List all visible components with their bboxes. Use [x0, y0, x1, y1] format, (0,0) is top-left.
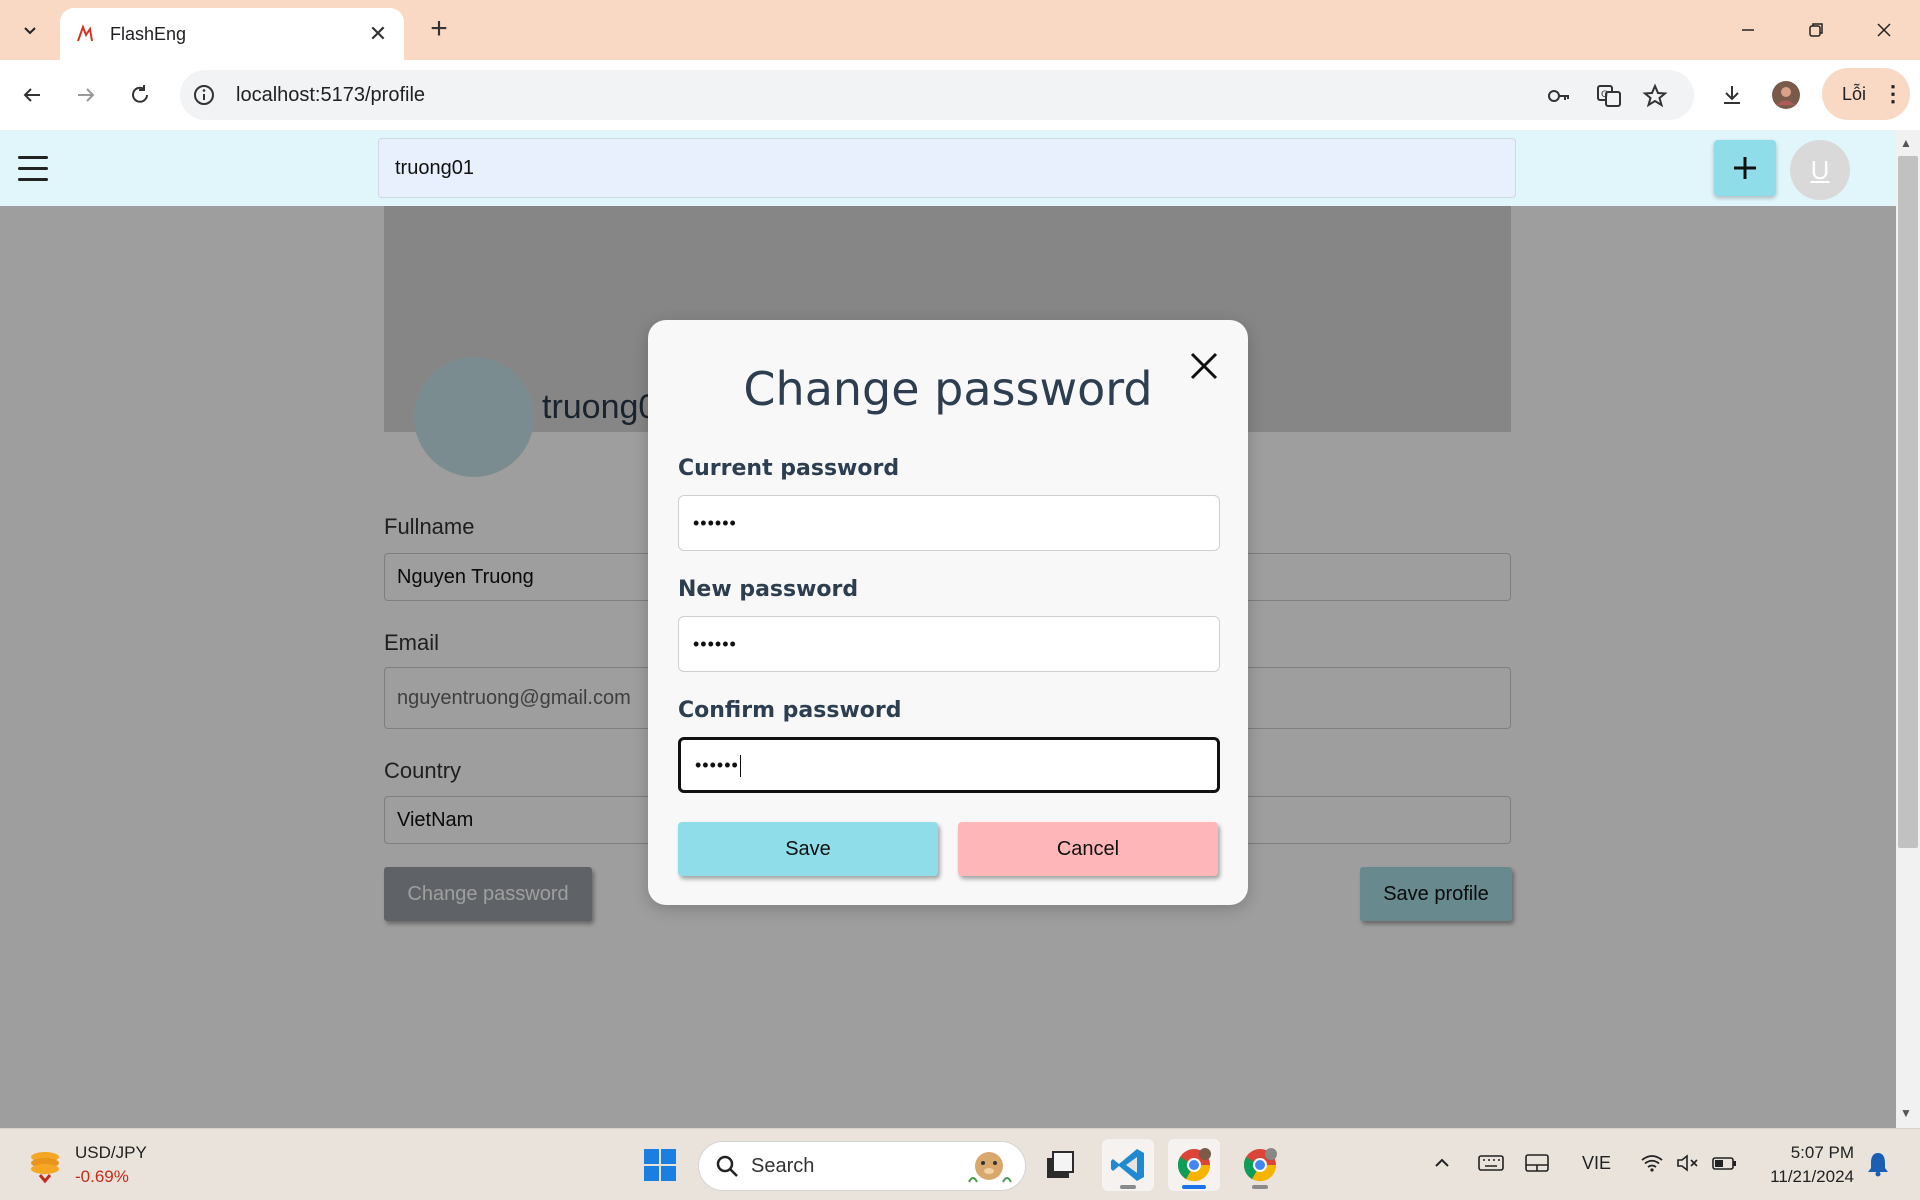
- minimize-button[interactable]: [1728, 14, 1768, 46]
- minimize-icon: [1742, 29, 1754, 31]
- battery-icon[interactable]: [1712, 1153, 1738, 1178]
- site-info-icon[interactable]: [192, 83, 216, 107]
- save-button[interactable]: Save: [678, 822, 938, 876]
- show-hidden-icons-chevron-icon[interactable]: [1432, 1153, 1452, 1178]
- pen-menu-icon[interactable]: [1524, 1153, 1550, 1178]
- running-indicator: [1252, 1185, 1268, 1189]
- new-password-input[interactable]: ••••••: [678, 616, 1220, 672]
- browser-tabstrip: FlashEng ✕ +: [0, 0, 1920, 60]
- confirm-password-value: ••••••: [695, 755, 739, 775]
- scroll-up-arrow-icon[interactable]: ▲: [1900, 136, 1912, 150]
- keyboard-icon[interactable]: [1478, 1153, 1504, 1178]
- modal-title: Change password: [743, 362, 1153, 416]
- active-indicator: [1182, 1185, 1206, 1189]
- close-icon: [1877, 23, 1891, 37]
- start-button[interactable]: [634, 1139, 686, 1191]
- restore-button[interactable]: [1796, 14, 1836, 46]
- confirm-password-input[interactable]: ••••••: [678, 737, 1220, 793]
- plus-icon: [1734, 157, 1756, 179]
- file-explorer-icon: [1047, 1151, 1074, 1178]
- forward-arrow-icon: [78, 88, 95, 102]
- app-header: truong01 U: [0, 130, 1896, 206]
- cancel-button[interactable]: Cancel: [958, 822, 1218, 876]
- downloads-button[interactable]: [1714, 77, 1750, 113]
- notification-bell-icon[interactable]: [1866, 1151, 1890, 1182]
- search-placeholder: Search: [751, 1154, 815, 1177]
- new-tab-button[interactable]: +: [424, 14, 454, 44]
- change-password-modal: Change password Current password •••••• …: [648, 320, 1248, 905]
- chrome-icon: [1177, 1148, 1211, 1182]
- taskbar-app-chrome[interactable]: [1168, 1139, 1220, 1191]
- widget-change: -0.69%: [75, 1167, 129, 1186]
- currency-widget-icon[interactable]: [26, 1147, 64, 1190]
- volume-muted-icon[interactable]: [1676, 1153, 1700, 1178]
- add-button[interactable]: [1714, 140, 1776, 196]
- chevron-down-icon: [24, 27, 36, 35]
- close-tab-icon[interactable]: ✕: [366, 21, 390, 47]
- user-avatar[interactable]: U: [1790, 140, 1850, 200]
- profile-photo-icon: [1772, 81, 1800, 109]
- running-indicator: [1120, 1185, 1136, 1189]
- url-text: localhost:5173/profile: [236, 84, 426, 106]
- taskbar-app-explorer[interactable]: [1034, 1139, 1086, 1191]
- new-password-label: New password: [678, 577, 859, 602]
- clock-date: 11/21/2024: [1770, 1167, 1854, 1186]
- back-button[interactable]: [14, 77, 50, 113]
- taskbar-app-chrome-2[interactable]: [1234, 1139, 1286, 1191]
- chrome-profile-icon: [1243, 1148, 1277, 1182]
- back-arrow-icon: [23, 88, 40, 102]
- reload-icon: [132, 85, 148, 103]
- currency-widget[interactable]: USD/JPY -0.69%: [75, 1141, 147, 1189]
- current-password-label: Current password: [678, 456, 900, 481]
- profile-menu-chip[interactable]: Lỗi ⋮: [1822, 68, 1910, 120]
- windows-logo-icon: [644, 1149, 676, 1181]
- tab-title: FlashEng: [110, 23, 187, 44]
- system-clock[interactable]: 5:07 PM 11/21/2024: [1758, 1141, 1854, 1189]
- close-icon[interactable]: [1184, 346, 1224, 386]
- wifi-icon[interactable]: [1640, 1153, 1664, 1178]
- scrollbar-thumb[interactable]: [1898, 156, 1918, 848]
- bookmark-star-icon[interactable]: [1642, 83, 1668, 109]
- restore-icon: [1809, 23, 1823, 37]
- tab-search-button[interactable]: [10, 12, 50, 48]
- confirm-password-label: Confirm password: [678, 698, 902, 723]
- svg-text:G: G: [1601, 90, 1608, 100]
- browser-toolbar: localhost:5173/profile G Lỗi ⋮: [0, 60, 1920, 130]
- forward-button[interactable]: [68, 77, 104, 113]
- close-window-button[interactable]: [1864, 14, 1904, 46]
- taskbar-app-vscode[interactable]: [1102, 1139, 1154, 1191]
- address-bar[interactable]: localhost:5173/profile G: [180, 70, 1694, 120]
- profile-label: Lỗi: [1842, 83, 1867, 104]
- hamburger-menu-icon[interactable]: [18, 156, 48, 182]
- more-options-icon[interactable]: ⋮: [1882, 83, 1904, 105]
- app-search-input[interactable]: truong01: [378, 138, 1516, 198]
- reload-button[interactable]: [122, 77, 158, 113]
- scroll-down-arrow-icon[interactable]: ▼: [1900, 1106, 1912, 1120]
- text-caret: [739, 755, 741, 778]
- search-highlight-icon: [968, 1152, 1012, 1183]
- taskbar-search[interactable]: Search: [698, 1141, 1026, 1191]
- download-icon: [1724, 86, 1740, 104]
- password-key-icon[interactable]: [1546, 83, 1572, 109]
- windows-taskbar: USD/JPY -0.69% Search VIE 5:07 PM 11/21/…: [0, 1128, 1920, 1200]
- profile-avatar-button[interactable]: [1768, 77, 1804, 113]
- input-language[interactable]: VIE: [1582, 1153, 1611, 1174]
- flasheng-favicon-icon: [77, 24, 93, 42]
- widget-title: USD/JPY: [75, 1143, 147, 1162]
- clock-time: 5:07 PM: [1790, 1143, 1854, 1162]
- current-password-input[interactable]: ••••••: [678, 495, 1220, 551]
- browser-tab-active[interactable]: FlashEng ✕: [60, 8, 404, 60]
- translate-icon[interactable]: G: [1596, 83, 1622, 109]
- search-icon: [716, 1155, 738, 1177]
- vscode-icon: [1111, 1149, 1144, 1181]
